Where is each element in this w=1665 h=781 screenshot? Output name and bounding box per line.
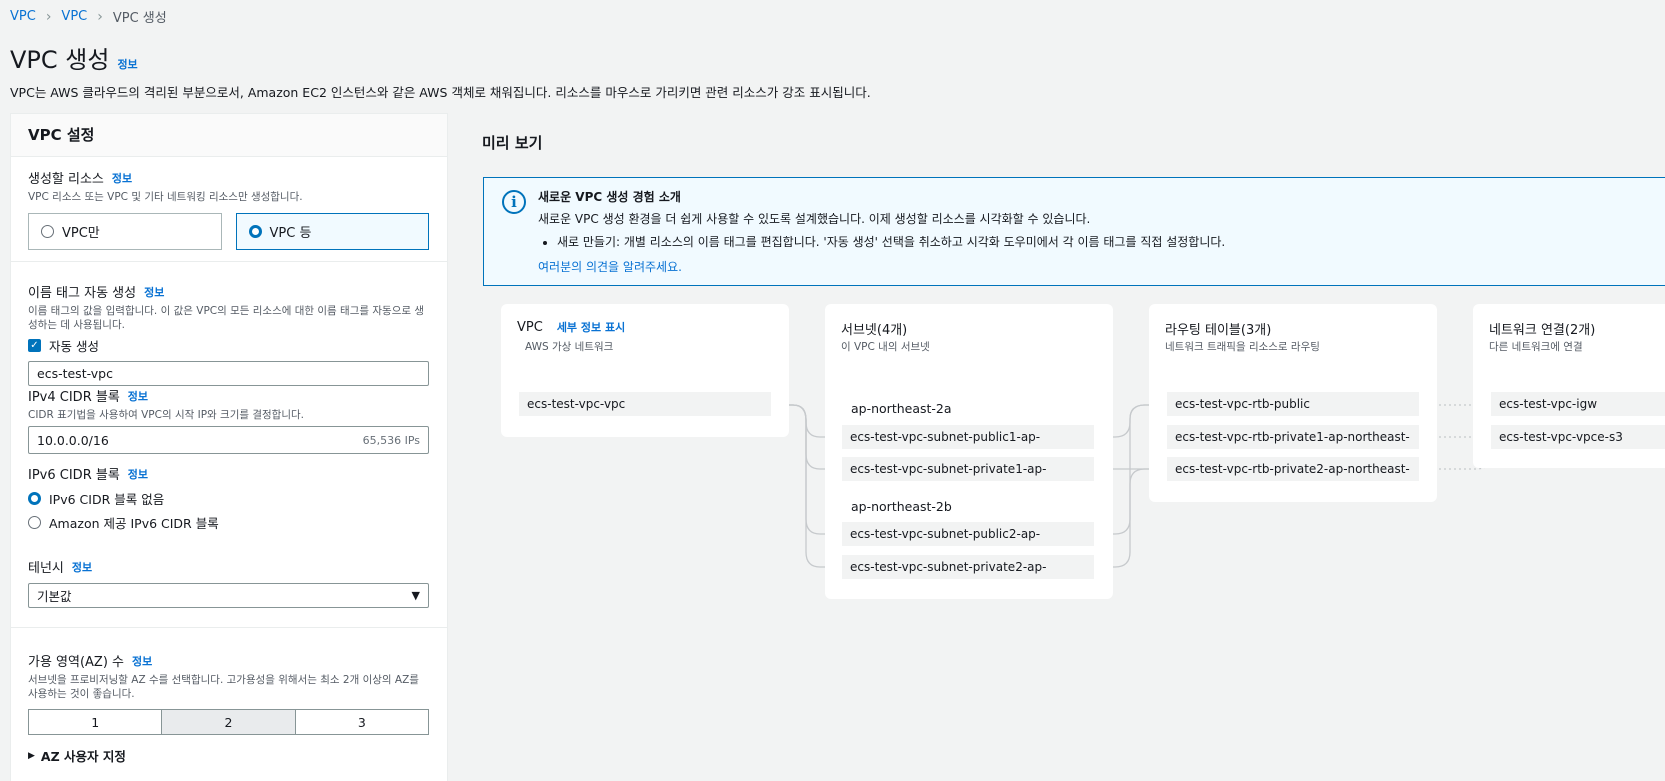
chevron-right-icon: › xyxy=(97,8,103,25)
subnet-item[interactable]: ecs-test-vpc-subnet-public2-ap- xyxy=(842,522,1094,546)
az-count-selector: 1 2 3 xyxy=(28,709,429,735)
tenancy-label: 테넌시 xyxy=(28,561,64,576)
vpc-and-more-label: VPC 등 xyxy=(269,226,312,241)
network-connection-item[interactable]: ecs-test-vpc-igw xyxy=(1491,392,1665,416)
tenancy-value: 기본값 xyxy=(37,589,72,604)
subnet-az-a: ap-northeast-2a xyxy=(851,401,952,416)
vpc-card-title: VPC xyxy=(517,319,543,335)
ipv6-none-label: IPv6 CIDR 블록 없음 xyxy=(49,492,165,507)
az-info-link[interactable]: 정보 xyxy=(132,653,152,669)
resources-description: VPC 리소스 또는 VPC 및 기타 네트워킹 리소스만 생성합니다. xyxy=(28,191,303,203)
name-tag-label: 이름 태그 자동 생성 xyxy=(28,286,137,301)
radio-checked-icon xyxy=(28,492,41,505)
vpc-resource-item[interactable]: ecs-test-vpc-vpc xyxy=(519,392,771,416)
ipv6-info-link[interactable]: 정보 xyxy=(128,466,148,482)
breadcrumb-link-vpc[interactable]: VPC xyxy=(61,9,87,24)
radio-checked-icon xyxy=(248,225,262,238)
tenancy-select[interactable]: 기본값 ▼ xyxy=(28,583,429,608)
ipv4-label: IPv4 CIDR 블록 xyxy=(28,390,120,405)
page-info-link[interactable]: 정보 xyxy=(117,56,137,72)
subnets-card: 서브넷(4개) 이 VPC 내의 서브넷 ap-northeast-2a ecs… xyxy=(825,304,1113,599)
ipv4-cidr-input[interactable]: 10.0.0.0/16 65,536 IPs xyxy=(28,426,429,454)
info-circle-icon: i xyxy=(502,190,526,214)
ipv4-cidr-value: 10.0.0.0/16 xyxy=(37,432,109,448)
name-tag-input[interactable]: ecs-test-vpc xyxy=(28,361,429,386)
network-card-title: 네트워크 연결(2개) xyxy=(1489,323,1596,338)
az-description: 서브넷을 프로비저닝할 AZ 수를 선택합니다. 고가용성을 위해서는 최소 2… xyxy=(28,674,419,700)
subnet-item[interactable]: ecs-test-vpc-subnet-private1-ap- xyxy=(842,457,1094,481)
notice-body: 새로운 VPC 생성 환경을 더 쉽게 사용할 수 있도록 설계했습니다. 이제… xyxy=(538,212,1091,226)
route-tables-card: 라우팅 테이블(3개) 네트워크 트래픽을 리소스로 라우팅 ecs-test-… xyxy=(1149,304,1437,502)
radio-unchecked-icon xyxy=(28,516,41,529)
network-connections-card: 네트워크 연결(2개) 다른 네트워크에 연결 ecs-test-vpc-igw… xyxy=(1473,304,1665,468)
auto-generate-row[interactable]: ✓ 자동 생성 xyxy=(28,336,429,355)
resources-info-link[interactable]: 정보 xyxy=(112,170,132,186)
subnets-card-title: 서브넷(4개) xyxy=(841,323,908,338)
ipv6-none-option[interactable]: IPv6 CIDR 블록 없음 xyxy=(28,489,429,508)
ipv6-section: IPv6 CIDR 블록 정보 IPv6 CIDR 블록 없음 Amazon 제… xyxy=(28,464,429,532)
route-table-item[interactable]: ecs-test-vpc-rtb-public xyxy=(1167,392,1419,416)
tenancy-info-link[interactable]: 정보 xyxy=(72,559,92,575)
ipv6-amazon-label: Amazon 제공 IPv6 CIDR 블록 xyxy=(49,516,219,531)
network-connection-item[interactable]: ecs-test-vpc-vpce-s3 xyxy=(1491,425,1665,449)
ipv6-amazon-option[interactable]: Amazon 제공 IPv6 CIDR 블록 xyxy=(28,513,429,532)
vpc-details-link[interactable]: 세부 정보 표시 xyxy=(557,319,625,335)
auto-generate-label: 자동 생성 xyxy=(49,339,99,354)
ipv6-label: IPv6 CIDR 블록 xyxy=(28,468,120,483)
name-tag-value: ecs-test-vpc xyxy=(37,366,113,381)
ipv4-description: CIDR 표기법을 사용하여 VPC의 시작 IP와 크기를 결정합니다. xyxy=(28,409,304,421)
notice-title: 새로운 VPC 생성 경험 소개 xyxy=(538,190,681,204)
az-option-2[interactable]: 2 xyxy=(161,710,295,734)
az-label: 가용 영역(AZ) 수 xyxy=(28,655,125,670)
ipv4-section: IPv4 CIDR 블록 정보 CIDR 표기법을 사용하여 VPC의 시작 I… xyxy=(28,386,429,454)
chevron-right-icon: › xyxy=(45,8,52,25)
page-header: VPC 생성 정보 xyxy=(10,40,138,75)
checkbox-checked-icon[interactable]: ✓ xyxy=(28,339,41,352)
page-title: VPC 생성 xyxy=(10,46,110,74)
az-customize-label: AZ 사용자 지정 xyxy=(40,749,126,764)
caret-down-icon: ▼ xyxy=(411,589,420,602)
subnets-card-subtitle: 이 VPC 내의 서브넷 xyxy=(841,341,930,353)
vpc-and-more-option[interactable]: VPC 등 xyxy=(235,213,429,250)
ipv4-info-link[interactable]: 정보 xyxy=(128,388,148,404)
resources-section: 생성할 리소스 정보 VPC 리소스 또는 VPC 및 기타 네트워킹 리소스만… xyxy=(28,168,429,250)
name-tag-description: 이름 태그의 값을 입력합니다. 이 값은 VPC의 모든 리소스에 대한 이름… xyxy=(28,305,425,331)
vpc-only-label: VPC만 xyxy=(62,226,100,241)
vpc-card-subtitle: AWS 가상 네트워크 xyxy=(525,341,614,353)
route-table-item[interactable]: ecs-test-vpc-rtb-private2-ap-northeast- xyxy=(1167,457,1419,481)
network-card-subtitle: 다른 네트워크에 연결 xyxy=(1489,341,1583,353)
vpc-card: VPC 세부 정보 표시 AWS 가상 네트워크 ecs-test-vpc-vp… xyxy=(501,304,789,437)
az-customize-toggle[interactable]: ▶ AZ 사용자 지정 xyxy=(28,746,429,765)
tenancy-section: 테넌시 정보 기본값 ▼ xyxy=(28,557,429,608)
caret-right-icon: ▶ xyxy=(28,750,35,761)
vpc-settings-header: VPC 설정 xyxy=(11,114,447,157)
az-option-3[interactable]: 3 xyxy=(294,710,428,734)
breadcrumb-current: VPC 생성 xyxy=(112,11,167,26)
vpc-only-option[interactable]: VPC만 xyxy=(28,213,222,250)
vpc-settings-panel: VPC 설정 생성할 리소스 정보 VPC 리소스 또는 VPC 및 기타 네트… xyxy=(10,113,448,781)
name-tag-section: 이름 태그 자동 생성 정보 이름 태그의 값을 입력합니다. 이 값은 VPC… xyxy=(28,282,429,386)
ipv4-ip-count: 65,536 IPs xyxy=(362,433,420,447)
az-section: 가용 영역(AZ) 수 정보 서브넷을 프로비저닝할 AZ 수를 선택합니다. … xyxy=(28,651,429,765)
route-table-item[interactable]: ecs-test-vpc-rtb-private1-ap-northeast- xyxy=(1167,425,1419,449)
page-description: VPC는 AWS 클라우드의 격리된 부분으로서, Amazon EC2 인스턴… xyxy=(10,85,871,100)
subnet-az-b: ap-northeast-2b xyxy=(851,499,952,514)
name-tag-info-link[interactable]: 정보 xyxy=(144,284,164,300)
feedback-link[interactable]: 여러분의 의견을 알려주세요. xyxy=(538,258,1225,275)
subnet-item[interactable]: ecs-test-vpc-subnet-private2-ap- xyxy=(842,555,1094,579)
radio-unchecked-icon xyxy=(41,225,54,238)
subnet-item[interactable]: ecs-test-vpc-subnet-public1-ap- xyxy=(842,425,1094,449)
notice-alert: i 새로운 VPC 생성 경험 소개 새로운 VPC 생성 환경을 더 쉽게 사… xyxy=(483,177,1665,286)
breadcrumb-link-vpc-home[interactable]: VPC xyxy=(10,9,36,24)
route-tables-card-subtitle: 네트워크 트래픽을 리소스로 라우팅 xyxy=(1165,341,1320,353)
breadcrumb: VPC › VPC › VPC 생성 xyxy=(10,7,167,27)
notice-bullet: 새로 만들기: 개별 리소스의 이름 태그를 편집합니다. '자동 생성' 선택… xyxy=(557,233,1225,250)
az-option-1[interactable]: 1 xyxy=(29,710,161,734)
divider xyxy=(11,261,447,262)
divider xyxy=(11,627,447,628)
route-tables-card-title: 라우팅 테이블(3개) xyxy=(1165,323,1272,338)
resources-label: 생성할 리소스 xyxy=(28,172,104,187)
preview-title: 미리 보기 xyxy=(482,134,543,152)
